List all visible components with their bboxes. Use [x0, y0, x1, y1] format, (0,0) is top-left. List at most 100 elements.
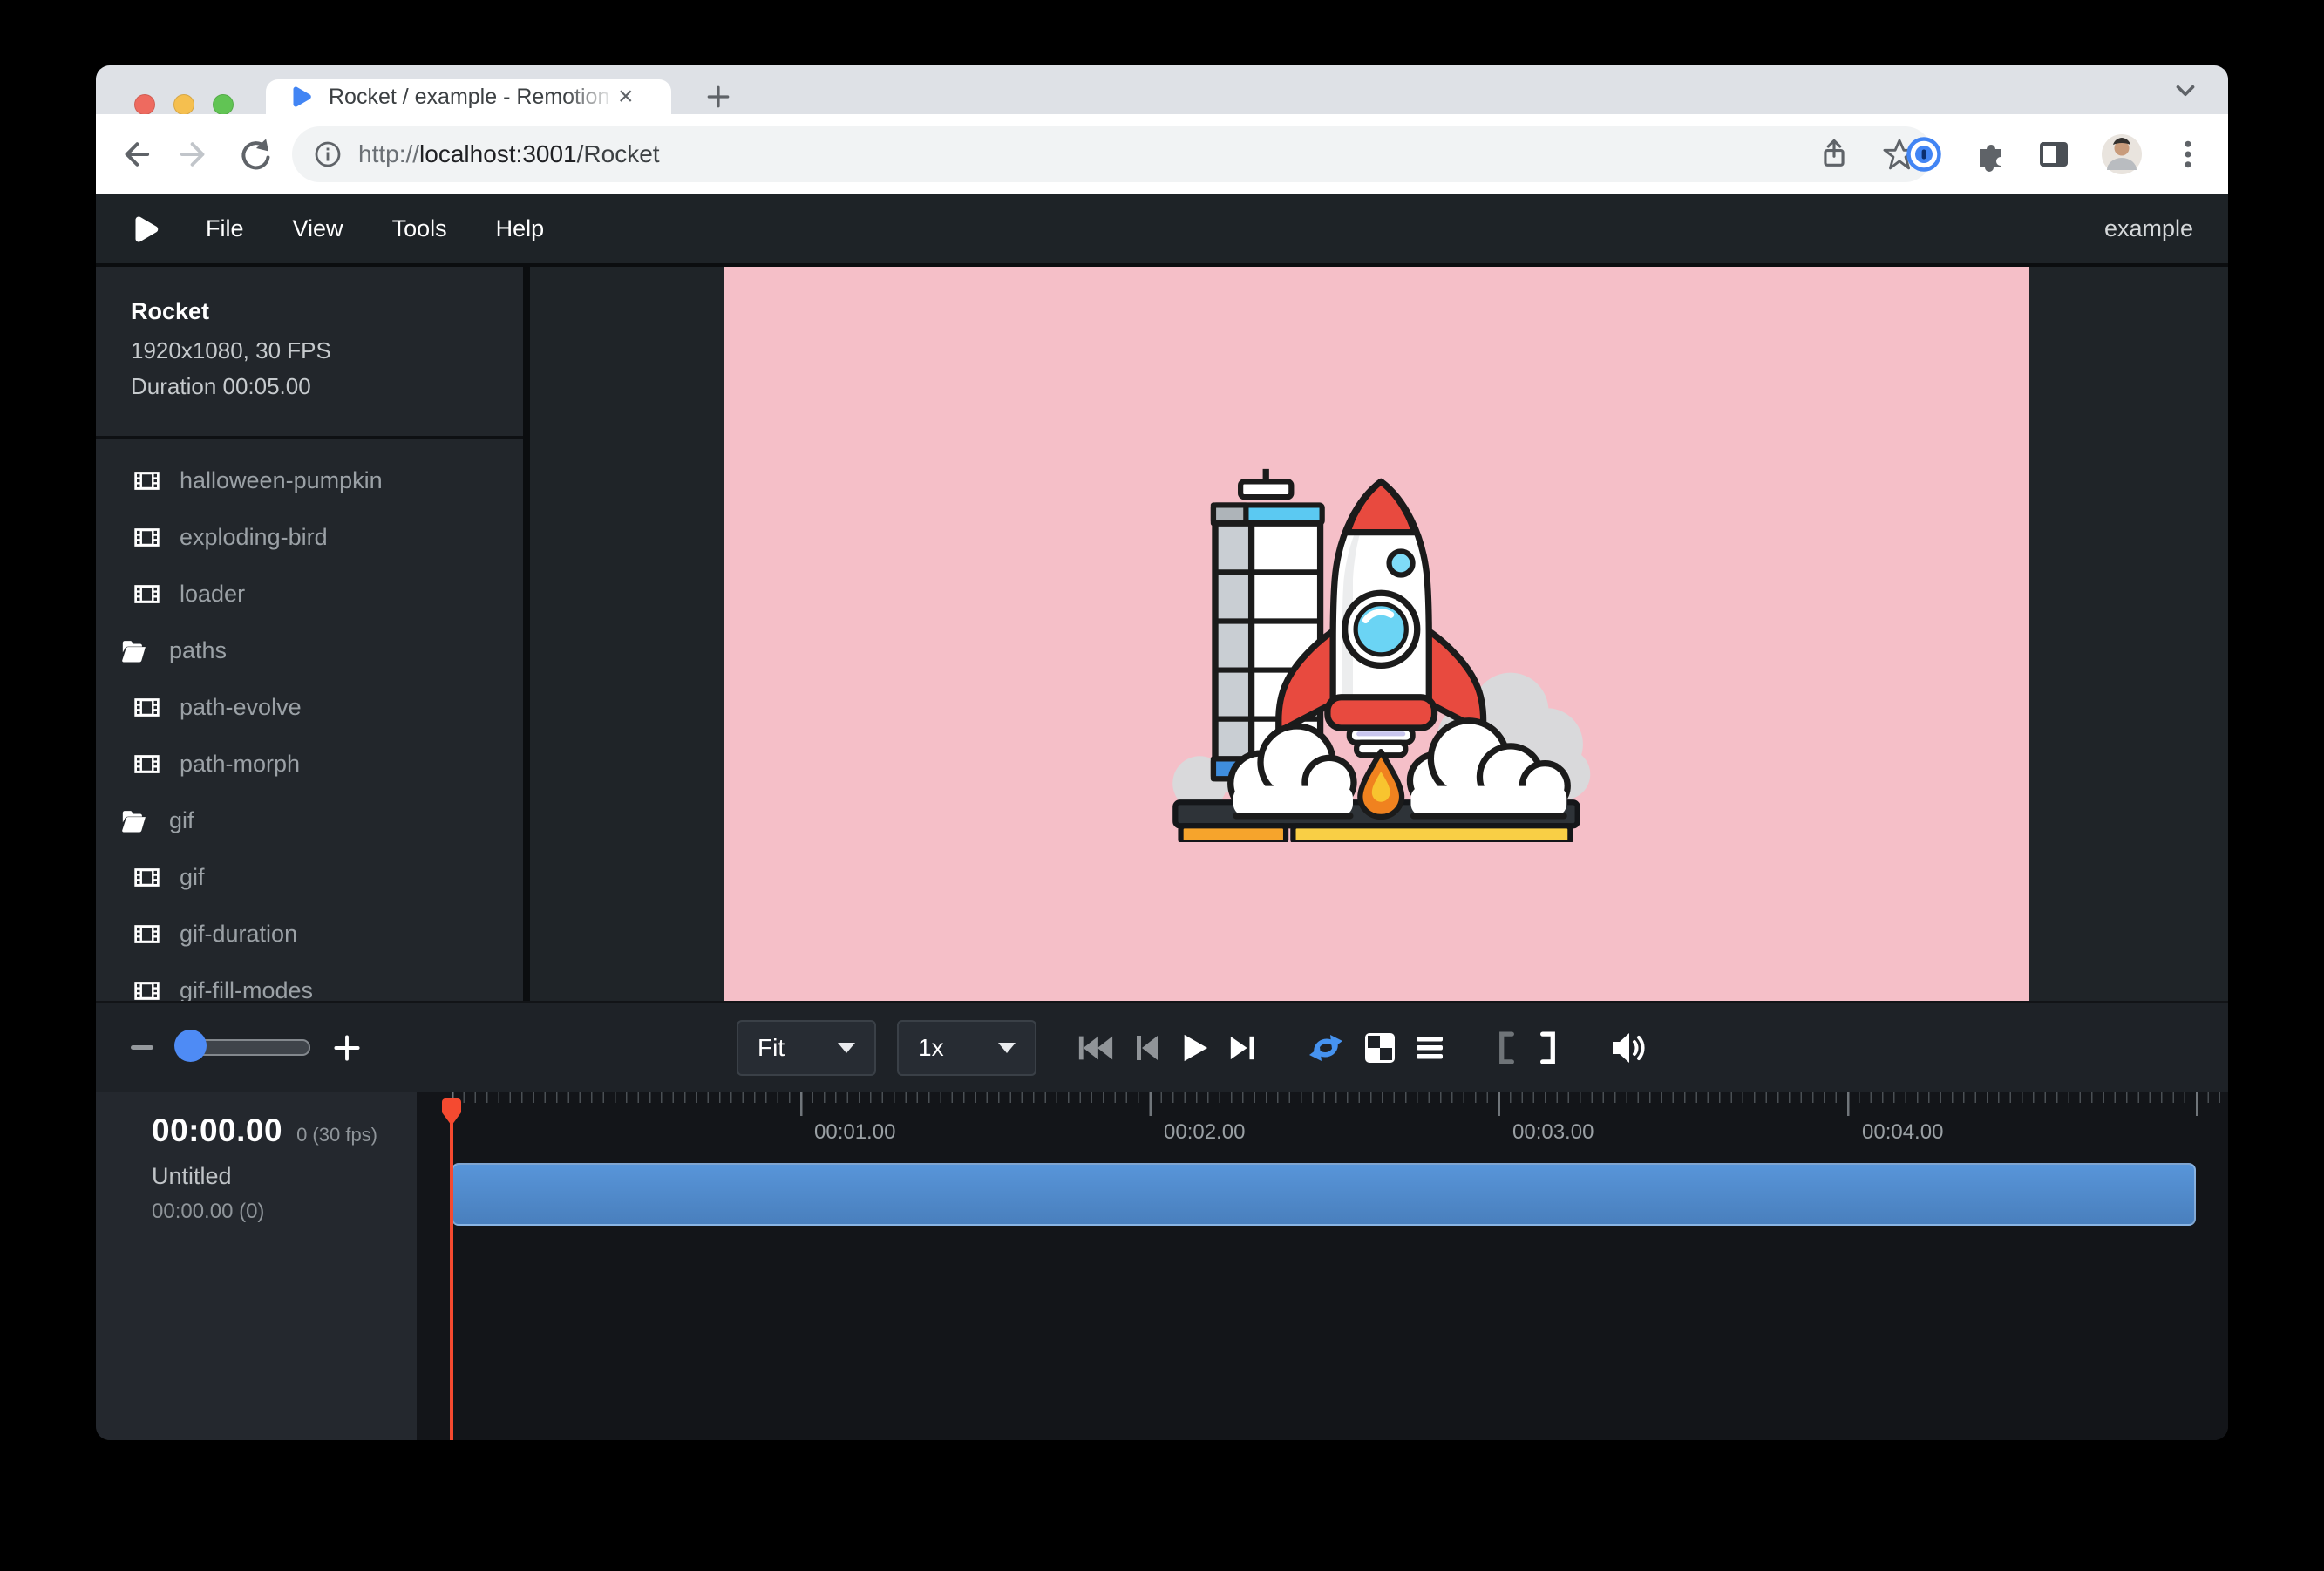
set-out-point-button[interactable]	[1537, 1031, 1560, 1064]
close-window-button[interactable]	[134, 94, 155, 115]
play-button[interactable]	[1179, 1031, 1209, 1064]
forward-arrow-icon	[177, 137, 212, 172]
composition-item[interactable]: exploding-bird	[96, 509, 523, 566]
film-icon	[133, 751, 160, 778]
preview-toolbar: Fit 1x	[96, 1001, 2228, 1092]
skip-to-start-icon	[1077, 1032, 1115, 1064]
menu-tools[interactable]: Tools	[392, 215, 447, 242]
extensions-puzzle-icon[interactable]	[1972, 137, 2007, 172]
timeline-track-area[interactable]: 00:01.00 00:02.00 00:03.00 00:04.00	[417, 1092, 2228, 1440]
remotion-favicon	[287, 84, 313, 110]
film-icon	[133, 581, 160, 608]
profile-avatar[interactable]	[2101, 133, 2143, 175]
zoom-slider[interactable]	[176, 1039, 310, 1056]
reload-button[interactable]	[234, 134, 274, 174]
composition-resolution: 1920x1080, 30 FPS	[131, 337, 523, 364]
playback-speed-dropdown[interactable]: 1x	[897, 1020, 1036, 1076]
set-in-point-button[interactable]	[1495, 1031, 1518, 1064]
open-folder-icon	[120, 806, 150, 836]
ruler-label: 00:03.00	[1512, 1120, 1594, 1145]
composition-info: Rocket 1920x1080, 30 FPS Duration 00:05.…	[96, 267, 523, 439]
composition-title: Rocket	[131, 298, 523, 325]
folder-item[interactable]: paths	[96, 622, 523, 679]
mute-toggle-button[interactable]	[1610, 1030, 1648, 1065]
side-panel-icon[interactable]	[2036, 137, 2071, 172]
folder-item[interactable]: gif	[96, 792, 523, 849]
remotion-logo-icon[interactable]	[127, 213, 160, 246]
composition-list: halloween-pumpkin exploding-bird loader …	[96, 439, 523, 1001]
zoom-slider-knob[interactable]	[174, 1030, 207, 1062]
transparency-toggle-button[interactable]	[1364, 1032, 1396, 1064]
forward-button[interactable]	[174, 134, 214, 174]
chevron-down-icon	[2171, 76, 2200, 105]
menu-help[interactable]: Help	[496, 215, 545, 242]
remotion-menu-bar: File View Tools Help example	[96, 194, 2228, 267]
new-tab-button[interactable]	[699, 79, 737, 114]
tab-strip: Rocket / example - Remotion P ×	[96, 65, 2228, 114]
ruler-label: 00:01.00	[814, 1120, 895, 1145]
right-bracket-icon	[1537, 1031, 1560, 1064]
composition-item[interactable]: loader	[96, 566, 523, 622]
compositions-sidebar: Rocket 1920x1080, 30 FPS Duration 00:05.…	[96, 267, 523, 1001]
rich-timeline-toggle-button[interactable]	[1415, 1033, 1444, 1063]
ruler-label: 00:02.00	[1164, 1120, 1245, 1145]
playhead-line	[450, 1098, 453, 1440]
size-fit-dropdown[interactable]: Fit	[737, 1020, 876, 1076]
composition-duration: Duration 00:05.00	[131, 373, 523, 400]
traffic-lights	[134, 94, 234, 115]
loop-icon	[1307, 1030, 1345, 1065]
timeline-panel: 00:00.00 0 (30 fps) Untitled 00:00.00 (0…	[96, 1092, 2228, 1440]
project-name-label: example	[2104, 215, 2193, 242]
playhead-marker[interactable]	[439, 1097, 464, 1128]
composition-item[interactable]: halloween-pumpkin	[96, 452, 523, 509]
timeline-ruler[interactable]: 00:01.00 00:02.00 00:03.00 00:04.00	[417, 1092, 2228, 1153]
chevron-down-icon	[838, 1043, 855, 1053]
minimize-window-button[interactable]	[173, 94, 194, 115]
share-icon[interactable]	[1818, 138, 1851, 171]
site-info-icon[interactable]	[313, 139, 343, 169]
url-omnibox[interactable]: http://localhost:3001/Rocket	[292, 126, 1933, 182]
checkerboard-icon	[1364, 1032, 1396, 1064]
reload-icon	[236, 137, 271, 172]
preview-canvas-area	[530, 267, 2228, 1001]
tab-title: Rocket / example - Remotion P	[329, 85, 616, 110]
back-arrow-icon	[118, 137, 153, 172]
previous-frame-icon	[1134, 1032, 1160, 1064]
tab-list-chevron-button[interactable]	[2171, 76, 2200, 105]
composition-item[interactable]: path-morph	[96, 736, 523, 792]
rocket-illustration	[1150, 425, 1603, 842]
current-frame-label: 0 (30 fps)	[296, 1124, 377, 1146]
jump-to-end-button[interactable]	[1228, 1032, 1256, 1064]
zoom-out-button[interactable]	[131, 1045, 153, 1050]
menu-file[interactable]: File	[206, 215, 244, 242]
onepassword-extension-icon[interactable]	[1906, 136, 1942, 173]
zoom-window-button[interactable]	[213, 94, 234, 115]
film-icon	[133, 921, 160, 948]
plus-icon	[705, 84, 731, 110]
loop-toggle-button[interactable]	[1307, 1030, 1345, 1065]
video-preview[interactable]	[724, 267, 2029, 1001]
previous-frame-button[interactable]	[1134, 1032, 1160, 1064]
back-button[interactable]	[115, 134, 155, 174]
composition-item[interactable]: gif-duration	[96, 906, 523, 962]
browser-window: Rocket / example - Remotion P ×	[96, 65, 2228, 1440]
timeline-sequence-bar[interactable]	[452, 1163, 2196, 1226]
composition-item[interactable]: gif-fill-modes	[96, 962, 523, 1001]
composition-item[interactable]: path-evolve	[96, 679, 523, 736]
menu-view[interactable]: View	[293, 215, 343, 242]
composition-item[interactable]: gif	[96, 849, 523, 906]
timeline-header: 00:00.00 0 (30 fps) Untitled 00:00.00 (0…	[96, 1092, 417, 1440]
chevron-down-icon	[998, 1043, 1016, 1053]
zoom-in-button[interactable]	[333, 1034, 361, 1062]
film-icon	[133, 467, 160, 494]
skip-to-end-icon	[1228, 1032, 1256, 1064]
tab-close-icon[interactable]: ×	[618, 84, 634, 110]
minus-icon	[131, 1045, 153, 1050]
jump-to-start-button[interactable]	[1077, 1032, 1115, 1064]
film-icon	[133, 864, 160, 891]
main-content: Rocket 1920x1080, 30 FPS Duration 00:05.…	[96, 267, 2228, 1001]
browser-menu-dots-icon[interactable]	[2172, 137, 2204, 172]
url-text: http://localhost:3001/Rocket	[358, 140, 660, 168]
track-start-time: 00:00.00 (0)	[152, 1200, 264, 1224]
browser-tab[interactable]: Rocket / example - Remotion P ×	[266, 79, 671, 114]
